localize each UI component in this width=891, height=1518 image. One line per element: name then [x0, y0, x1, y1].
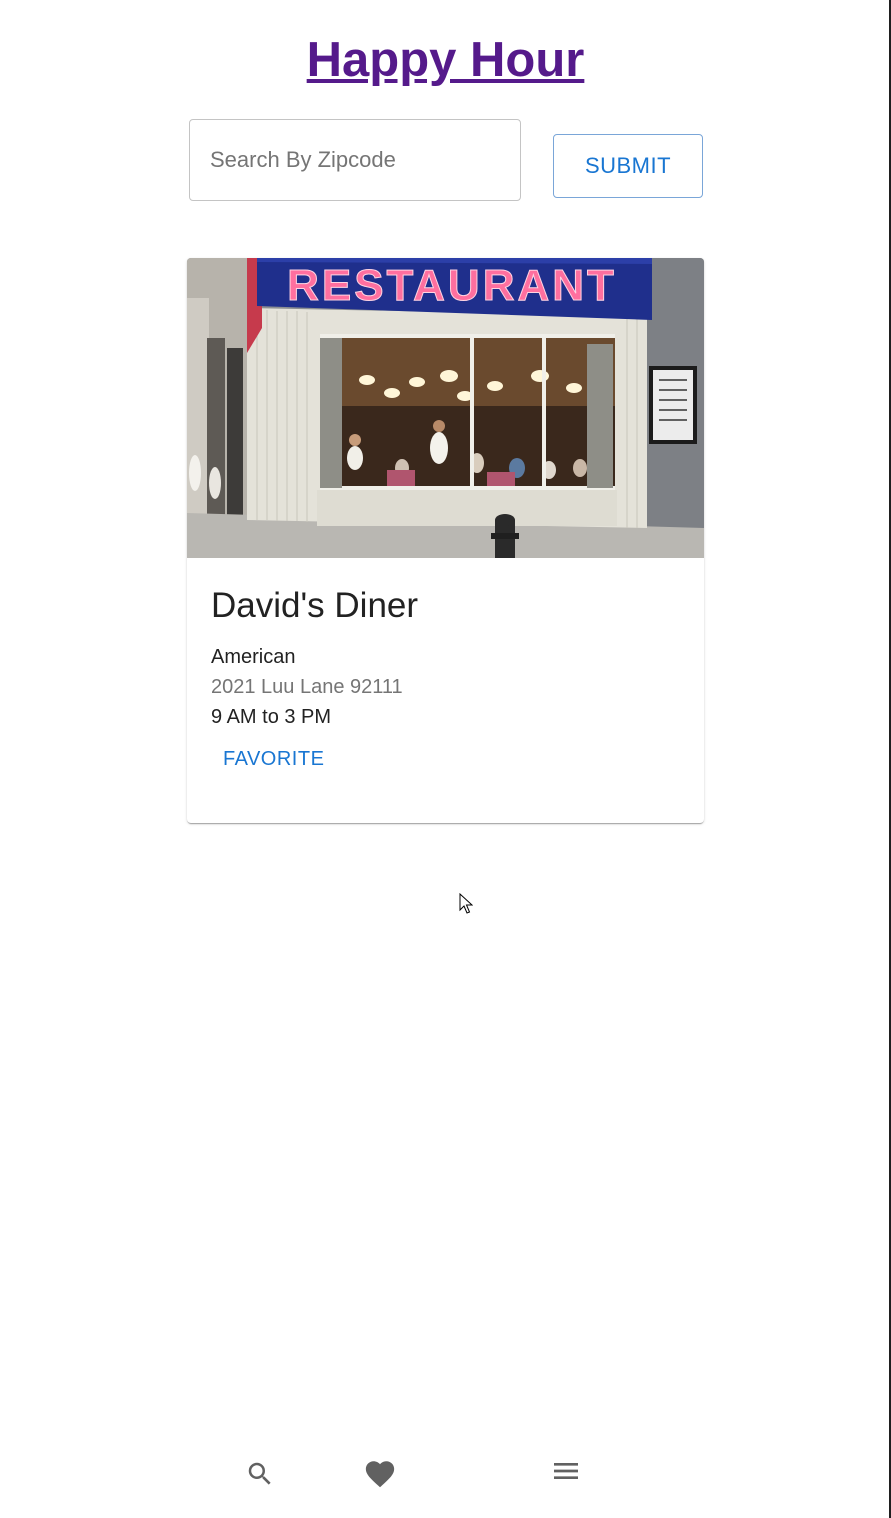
- heart-icon: [363, 1457, 397, 1496]
- favorite-button[interactable]: FAVORITE: [215, 742, 332, 776]
- menu-icon: [550, 1455, 582, 1492]
- submit-button[interactable]: SUBMIT: [553, 134, 703, 198]
- search-icon: [245, 1459, 275, 1494]
- restaurant-address: 2021 Luu Lane 92111: [211, 676, 403, 698]
- page: Happy Hour SUBMIT: [0, 0, 891, 1518]
- restaurant-hours: 9 AM to 3 PM: [211, 706, 332, 728]
- nav-search-button[interactable]: [240, 1458, 280, 1494]
- nav-favorites-button[interactable]: [360, 1458, 400, 1494]
- nav-menu-button[interactable]: [546, 1455, 586, 1491]
- mouse-cursor-icon: [459, 892, 474, 920]
- restaurant-name: David's Diner: [211, 586, 419, 625]
- bottom-navigation: [0, 1440, 891, 1510]
- restaurant-card: RESTAURANT David's Diner American 2021 L…: [187, 258, 704, 823]
- search-field[interactable]: [189, 119, 521, 201]
- sign-text: RESTAURANT: [287, 261, 617, 310]
- search-input[interactable]: [190, 120, 520, 200]
- page-title-link[interactable]: Happy Hour: [0, 30, 891, 90]
- restaurant-cuisine: American: [211, 646, 296, 668]
- restaurant-image: RESTAURANT: [187, 258, 704, 558]
